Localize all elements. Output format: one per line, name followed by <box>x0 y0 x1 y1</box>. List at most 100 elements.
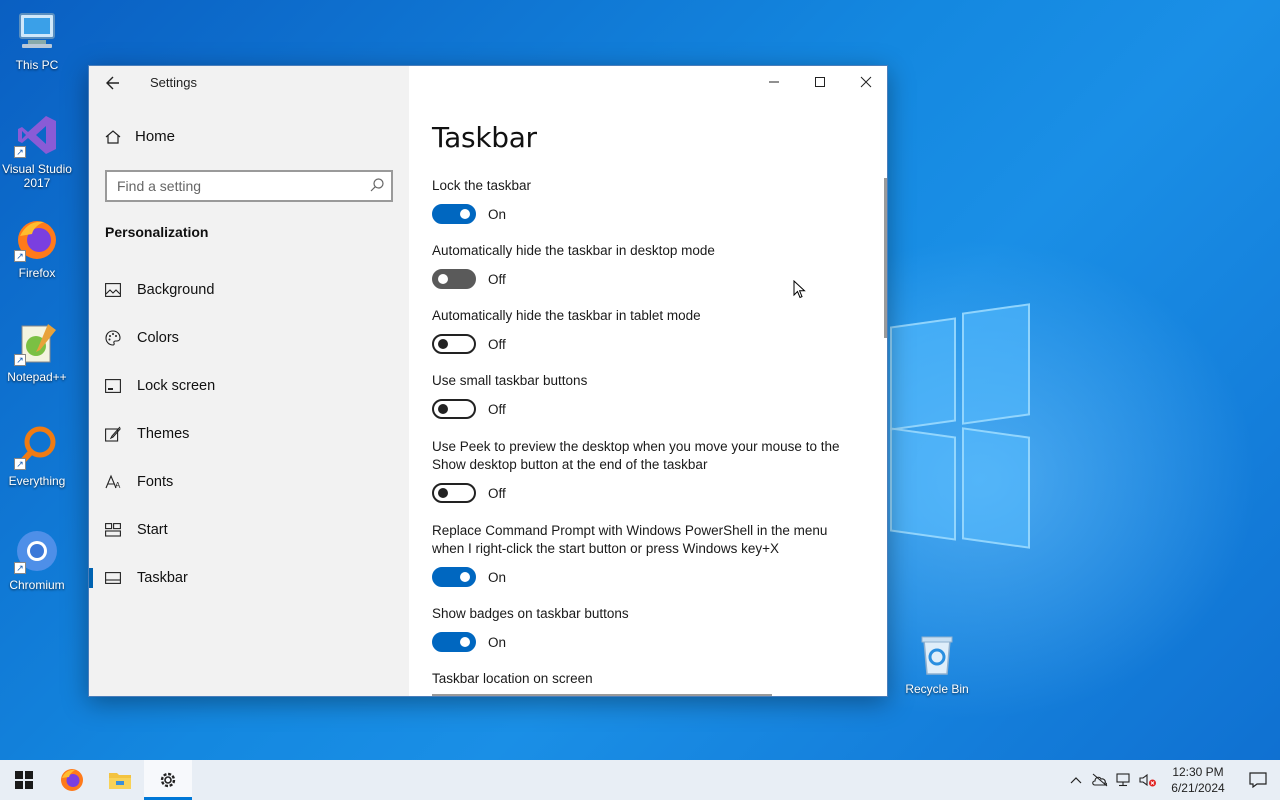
shortcut-arrow-icon: ↗ <box>14 146 26 158</box>
volume-muted-icon <box>1139 773 1156 787</box>
toggle-small-buttons[interactable]: Off <box>432 399 862 419</box>
clock-date: 6/21/2024 <box>1171 781 1225 795</box>
setting-powershell: Replace Command Prompt with Windows Powe… <box>432 522 862 587</box>
sidebar-item-taskbar[interactable]: Taskbar <box>89 554 409 602</box>
toggle-state: Off <box>488 485 506 501</box>
toggle-state: On <box>488 206 507 222</box>
setting-label: Use Peek to preview the desktop when you… <box>432 439 840 472</box>
section-heading: Personalization <box>105 224 209 240</box>
onedrive-tray[interactable] <box>1088 760 1112 800</box>
home-label: Home <box>135 128 176 145</box>
palette-icon <box>105 330 121 346</box>
sidebar-item-label: Start <box>137 522 168 538</box>
desktop-icon-notepadpp[interactable]: ↗ Notepad++ <box>0 320 74 384</box>
sidebar-item-themes[interactable]: Themes <box>89 410 409 458</box>
onedrive-offline-icon <box>1092 773 1108 787</box>
clock[interactable]: 12:30 PM 6/21/2024 <box>1160 764 1236 796</box>
toggle-powershell[interactable]: On <box>432 567 862 587</box>
taskbar-location-dropdown[interactable] <box>432 694 772 696</box>
show-hidden-icons-button[interactable] <box>1064 760 1088 800</box>
search-input[interactable] <box>107 172 357 200</box>
system-tray: 12:30 PM 6/21/2024 <box>1064 760 1280 800</box>
maximize-button[interactable] <box>797 66 843 98</box>
close-button[interactable] <box>843 66 887 98</box>
setting-label: Show badges on taskbar buttons <box>432 606 629 621</box>
toggle-state: On <box>488 634 507 650</box>
taskbar-settings[interactable] <box>144 760 192 800</box>
svg-text:A: A <box>115 481 121 490</box>
everything-search-icon: ↗ <box>14 424 60 470</box>
toggle-knob <box>438 488 448 498</box>
minimize-icon <box>769 81 779 83</box>
desktop-icon-chromium[interactable]: ↗ Chromium <box>0 528 74 592</box>
settings-gear-icon <box>160 772 176 788</box>
sidebar-item-start[interactable]: Start <box>89 506 409 554</box>
search-icon <box>370 178 384 192</box>
desktop-icon-recycle-bin[interactable]: Recycle Bin <box>900 632 974 696</box>
recycle-bin-icon <box>914 632 960 678</box>
scrollbar[interactable] <box>884 178 887 338</box>
settings-content: Taskbar Lock the taskbar On Automaticall… <box>409 66 887 696</box>
visual-studio-icon: ↗ <box>14 112 60 158</box>
sidebar-item-label: Colors <box>137 330 179 346</box>
setting-label: Automatically hide the taskbar in deskto… <box>432 243 715 258</box>
toggle-autohide-tablet[interactable]: Off <box>432 334 862 354</box>
sidebar: Settings Home Personalization Background… <box>89 66 409 696</box>
desktop-icon-firefox[interactable]: ↗ Firefox <box>0 216 74 280</box>
toggle-state: Off <box>488 336 506 352</box>
setting-small-buttons: Use small taskbar buttons Off <box>432 372 862 419</box>
sidebar-item-label: Background <box>137 282 215 298</box>
action-center-button[interactable] <box>1236 760 1280 800</box>
search-box[interactable] <box>105 170 393 202</box>
toggle-switch[interactable] <box>432 269 476 289</box>
minimize-button[interactable] <box>751 66 797 98</box>
caption-buttons <box>751 66 887 98</box>
setting-autohide-tablet: Automatically hide the taskbar in tablet… <box>432 307 862 354</box>
network-tray[interactable] <box>1112 760 1136 800</box>
toggle-switch[interactable] <box>432 334 476 354</box>
desktop-icon-visual-studio[interactable]: ↗ Visual Studio 2017 <box>0 112 74 190</box>
shortcut-arrow-icon: ↗ <box>14 250 26 262</box>
home-nav-item[interactable]: Home <box>105 128 175 145</box>
back-button[interactable] <box>101 72 125 96</box>
toggle-state: Off <box>488 401 506 417</box>
toggle-knob <box>438 274 448 284</box>
toggle-switch[interactable] <box>432 399 476 419</box>
toggle-switch[interactable] <box>432 483 476 503</box>
toggle-knob <box>460 572 470 582</box>
taskbar-firefox[interactable] <box>48 760 96 800</box>
desktop-icon-everything[interactable]: ↗ Everything <box>0 424 74 488</box>
setting-lock-taskbar: Lock the taskbar On <box>432 177 862 224</box>
toggle-switch[interactable] <box>432 632 476 652</box>
toggle-switch[interactable] <box>432 204 476 224</box>
setting-peek: Use Peek to preview the desktop when you… <box>432 438 862 503</box>
settings-window: Settings Home Personalization Background… <box>88 65 888 697</box>
toggle-knob <box>438 404 448 414</box>
toggle-lock-taskbar[interactable]: On <box>432 204 862 224</box>
toggle-badges[interactable]: On <box>432 632 862 652</box>
volume-tray[interactable] <box>1136 760 1160 800</box>
toggle-peek[interactable]: Off <box>432 483 862 503</box>
toggle-switch[interactable] <box>432 567 476 587</box>
sidebar-item-colors[interactable]: Colors <box>89 314 409 362</box>
sidebar-item-lock-screen[interactable]: Lock screen <box>89 362 409 410</box>
desktop-icon-label: Firefox <box>18 266 56 280</box>
taskbar: 12:30 PM 6/21/2024 <box>0 760 1280 800</box>
shortcut-arrow-icon: ↗ <box>14 562 26 574</box>
mouse-pointer-icon <box>793 280 806 299</box>
setting-label: Use small taskbar buttons <box>432 373 588 388</box>
taskbar-file-explorer[interactable] <box>96 760 144 800</box>
font-icon: A <box>105 474 121 490</box>
desktop-icon-this-pc[interactable]: This PC <box>0 8 74 72</box>
page-title: Taskbar <box>432 121 537 154</box>
start-button[interactable] <box>0 760 48 800</box>
action-center-icon <box>1249 772 1267 788</box>
sidebar-item-label: Themes <box>137 426 190 442</box>
chevron-up-icon <box>1070 777 1082 784</box>
sidebar-item-label: Fonts <box>137 474 174 490</box>
desktop-icon-label: Everything <box>8 474 66 488</box>
setting-badges: Show badges on taskbar buttons On <box>432 605 862 652</box>
sidebar-item-background[interactable]: Background <box>89 266 409 314</box>
toggle-state: On <box>488 569 507 585</box>
sidebar-item-fonts[interactable]: A Fonts <box>89 458 409 506</box>
